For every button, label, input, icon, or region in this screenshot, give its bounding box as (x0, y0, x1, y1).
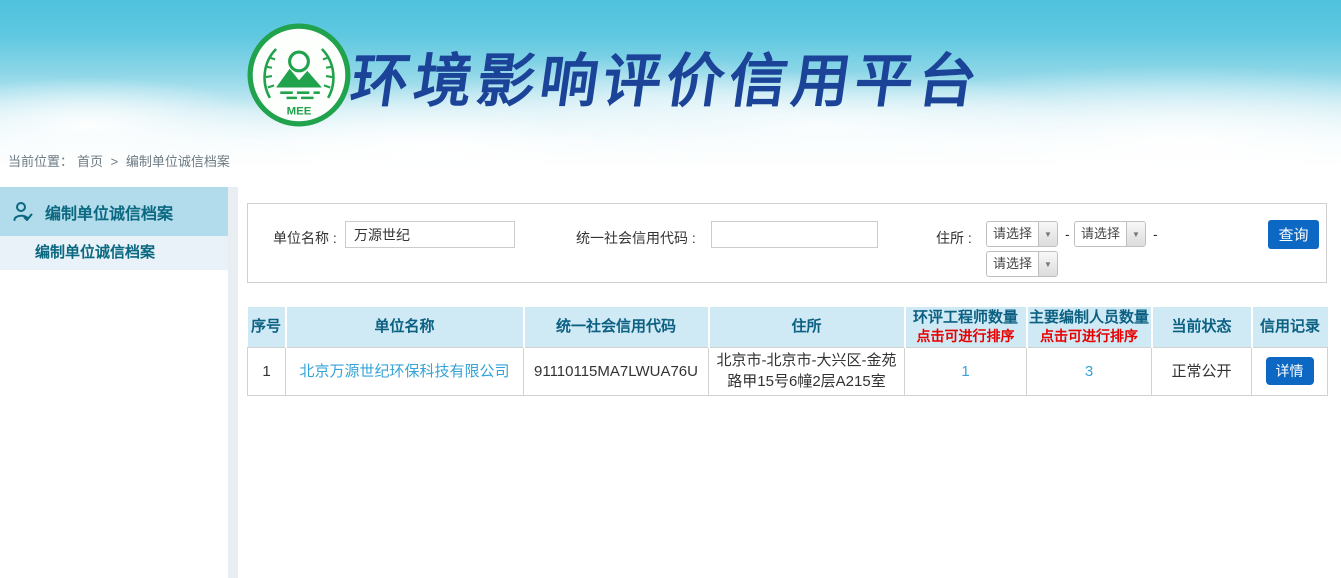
sidebar-item-label: 编制单位诚信档案 (45, 200, 173, 224)
sidebar: 编制单位诚信档案 编制单位诚信档案 (0, 187, 228, 578)
column-header-label: 单位名称 (374, 318, 434, 335)
breadcrumb-home-link[interactable]: 首页 (77, 154, 103, 169)
column-header-company: 单位名称 (286, 307, 524, 347)
sidebar-subitem-credit-archive[interactable]: 编制单位诚信档案 (0, 236, 228, 270)
cell-engineer-count: 1 (905, 347, 1027, 395)
column-header-label: 住所 (791, 318, 821, 335)
credit-code-input[interactable] (711, 221, 878, 248)
city-select[interactable]: 请选择 ▼ (1074, 221, 1146, 247)
column-header-label: 信用记录 (1260, 318, 1320, 335)
column-header-credit-record: 信用记录 (1252, 307, 1328, 347)
page: MEE 环境影响评价信用平台 当前位置： 首页 > 编制单位诚信档案 编制单位诚信… (0, 0, 1341, 578)
column-header-seq: 序号 (248, 307, 286, 347)
sort-hint: 点击可进行排序 (1028, 327, 1151, 345)
address-label: 住所 : (936, 228, 972, 248)
detail-button[interactable]: 详情 (1266, 357, 1314, 385)
cell-credit-code: 91110115MA7LWUA76U (524, 347, 709, 395)
province-select[interactable]: 请选择 ▼ (986, 221, 1058, 247)
column-header-credit-code: 统一社会信用代码 (524, 307, 709, 347)
sort-hint: 点击可进行排序 (906, 327, 1026, 345)
column-header-label: 环评工程师数量 (913, 309, 1018, 326)
company-name-label: 单位名称 : (273, 228, 337, 248)
province-select-value: 请选择 (987, 222, 1038, 246)
city-select-value: 请选择 (1075, 222, 1126, 246)
cell-address: 北京市-北京市-大兴区-金苑路甲15号6幢2层A215室 (709, 347, 905, 395)
company-name-link[interactable]: 北京万源世纪环保科技有限公司 (299, 363, 509, 380)
column-header-status: 当前状态 (1152, 307, 1252, 347)
address-dash-1: - (1065, 226, 1070, 242)
column-header-address: 住所 (709, 307, 905, 347)
cell-seq: 1 (248, 347, 286, 395)
chevron-down-icon[interactable]: ▼ (1038, 222, 1057, 246)
column-header-label: 当前状态 (1171, 318, 1231, 335)
company-name-input[interactable] (345, 221, 515, 248)
search-panel: 单位名称 : 统一社会信用代码 : 住所 : 请选择 ▼ - 请选择 ▼ - 请… (247, 203, 1327, 283)
results-table-container: 序号 单位名称 统一社会信用代码 住所 环评工程师数量 点击可进行排序 主要编制… (247, 307, 1327, 396)
table-row: 1 北京万源世纪环保科技有限公司 91110115MA7LWUA76U 北京市-… (248, 347, 1328, 395)
column-header-editor-count-sort[interactable]: 主要编制人员数量 点击可进行排序 (1027, 307, 1152, 347)
address-dash-2: - (1153, 226, 1158, 242)
breadcrumb-current: 编制单位诚信档案 (126, 154, 230, 169)
query-button[interactable]: 查询 (1268, 220, 1319, 249)
sidebar-item-credit-archive[interactable]: 编制单位诚信档案 (0, 187, 228, 236)
column-header-label: 序号 (251, 318, 281, 335)
mee-logo-icon: MEE (247, 23, 351, 127)
engineer-count-link[interactable]: 1 (961, 363, 969, 380)
column-header-label: 主要编制人员数量 (1029, 309, 1149, 326)
cell-company: 北京万源世纪环保科技有限公司 (286, 347, 524, 395)
chevron-down-icon[interactable]: ▼ (1038, 252, 1057, 276)
column-header-engineer-count-sort[interactable]: 环评工程师数量 点击可进行排序 (905, 307, 1027, 347)
district-select-value: 请选择 (987, 252, 1038, 276)
sidebar-subitem-label: 编制单位诚信档案 (35, 244, 155, 261)
sidebar-divider (228, 187, 238, 578)
editor-count-link[interactable]: 3 (1085, 363, 1093, 380)
cell-credit-record: 详情 (1252, 347, 1328, 395)
column-header-label: 统一社会信用代码 (556, 318, 676, 335)
district-select[interactable]: 请选择 ▼ (986, 251, 1058, 277)
breadcrumb-prefix: 当前位置： (8, 154, 73, 169)
results-table: 序号 单位名称 统一社会信用代码 住所 环评工程师数量 点击可进行排序 主要编制… (247, 307, 1328, 396)
credit-code-label: 统一社会信用代码 : (576, 228, 696, 248)
mee-logo-text: MEE (287, 106, 312, 118)
breadcrumb-separator: > (111, 154, 119, 169)
cell-editor-count: 3 (1027, 347, 1152, 395)
user-check-icon (11, 200, 35, 224)
breadcrumb: 当前位置： 首页 > 编制单位诚信档案 (8, 151, 234, 170)
chevron-down-icon[interactable]: ▼ (1126, 222, 1145, 246)
table-header-row: 序号 单位名称 统一社会信用代码 住所 环评工程师数量 点击可进行排序 主要编制… (248, 307, 1328, 347)
page-title: 环境影响评价信用平台 (346, 34, 988, 118)
cell-status: 正常公开 (1152, 347, 1252, 395)
